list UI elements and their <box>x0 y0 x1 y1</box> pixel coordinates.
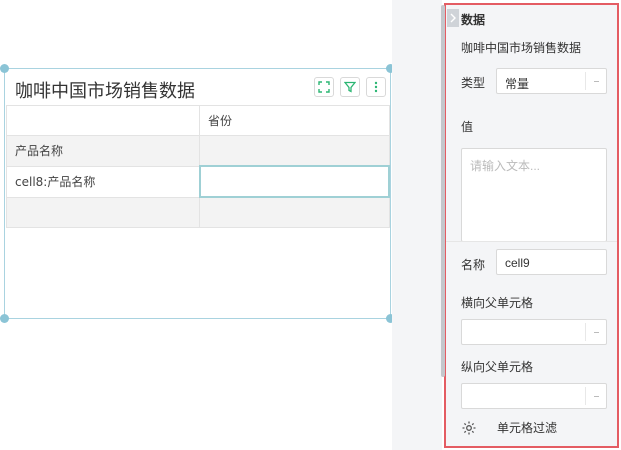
table-cell[interactable]: cell8:产品名称 <box>6 165 200 198</box>
report-table: 省份 产品名称 cell8:产品名称 <box>6 105 390 228</box>
divider <box>446 241 617 242</box>
filter-button[interactable] <box>340 77 360 97</box>
more-icon <box>374 81 378 93</box>
panel-section-title: 数据 <box>461 13 486 27</box>
table-cell[interactable] <box>199 196 390 228</box>
more-button[interactable] <box>366 77 386 97</box>
selected-table-cell[interactable] <box>198 165 390 198</box>
property-panel: 数据 咖啡中国市场销售数据 类型 常量 值 请输入文本... 名称 cell9 … <box>441 3 619 448</box>
table-row: cell8:产品名称 <box>6 165 390 198</box>
cell-filter-label: 单元格过滤 <box>497 421 558 435</box>
resize-handle-top-left[interactable] <box>0 64 9 73</box>
report-canvas: 咖啡中国市场销售数据 省份 产品名称 cell8:产品名称 <box>0 0 395 450</box>
type-select[interactable]: 常量 <box>496 68 607 94</box>
table-row <box>6 196 390 228</box>
widget-toolbar <box>314 77 386 97</box>
cell-filter-button[interactable]: 单元格过滤 <box>461 419 557 436</box>
panel-scrollbar[interactable] <box>441 5 445 377</box>
table-widget[interactable]: 咖啡中国市场销售数据 省份 产品名称 cell8:产品名称 <box>0 64 395 323</box>
fullscreen-icon <box>318 81 330 93</box>
value-label: 值 <box>461 120 474 134</box>
table-cell[interactable] <box>199 135 390 167</box>
table-cell[interactable] <box>6 105 200 136</box>
horizontal-parent-select[interactable] <box>461 319 607 345</box>
name-label: 名称 <box>461 258 486 272</box>
chevron-right-icon <box>450 13 456 23</box>
table-cell[interactable] <box>6 196 200 228</box>
type-select-value: 常量 <box>505 77 530 91</box>
table-cell[interactable]: 省份 <box>199 105 390 136</box>
horizontal-parent-label: 横向父单元格 <box>461 296 534 310</box>
canvas-gutter <box>392 0 442 450</box>
filter-icon <box>344 81 356 93</box>
gear-icon <box>462 421 476 434</box>
widget-title: 咖啡中国市场销售数据 <box>15 81 195 102</box>
fullscreen-button[interactable] <box>314 77 334 97</box>
collapse-panel-button[interactable] <box>447 9 459 27</box>
dropdown-arrow-icon <box>585 72 606 90</box>
value-placeholder: 请输入文本... <box>470 159 541 173</box>
table-header-row: 省份 <box>6 105 390 136</box>
resize-handle-bottom-left[interactable] <box>0 314 9 323</box>
name-input[interactable]: cell9 <box>496 249 607 275</box>
table-cell[interactable]: 产品名称 <box>6 135 200 167</box>
type-label: 类型 <box>461 76 486 90</box>
name-input-value: cell9 <box>505 256 530 270</box>
dropdown-arrow-icon <box>585 387 606 405</box>
value-textarea[interactable]: 请输入文本... <box>461 148 607 242</box>
dropdown-arrow-icon <box>585 323 606 341</box>
vertical-parent-select[interactable] <box>461 383 607 409</box>
table-row: 产品名称 <box>6 135 390 167</box>
dataset-name: 咖啡中国市场销售数据 <box>461 41 582 55</box>
vertical-parent-label: 纵向父单元格 <box>461 360 534 374</box>
